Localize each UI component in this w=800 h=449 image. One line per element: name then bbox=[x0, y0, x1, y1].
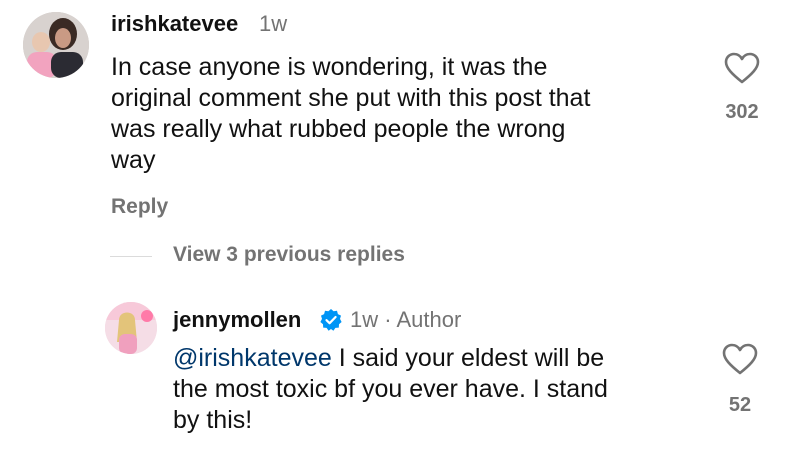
reply-text-line: @irishkatevee I said your eldest will be bbox=[173, 343, 703, 374]
avatar-photo bbox=[23, 12, 89, 78]
reply-text-span: I said your eldest will be bbox=[331, 344, 605, 372]
comment-text-line: way bbox=[111, 146, 156, 174]
reply-text-line: by this! bbox=[173, 406, 253, 434]
reply-meta: 1w · Author bbox=[350, 307, 462, 332]
comment-text-line: original comment she put with this post … bbox=[111, 84, 591, 112]
like-count: 52 bbox=[728, 394, 752, 416]
avatar-photo bbox=[105, 302, 157, 354]
view-previous-replies-button[interactable]: View 3 previous replies bbox=[173, 243, 405, 267]
comment-text-line: was really what rubbed people the wrong bbox=[111, 115, 566, 143]
comment-time: 1w bbox=[259, 11, 288, 36]
avatar[interactable] bbox=[23, 12, 89, 78]
reply-username[interactable]: jennymollen bbox=[173, 307, 301, 333]
comment-text-line: In case anyone is wondering, it was the bbox=[111, 53, 548, 81]
comment-username[interactable]: irishkatevee bbox=[111, 11, 238, 37]
mention-link[interactable]: @irishkatevee bbox=[173, 344, 332, 372]
heart-outline-icon bbox=[724, 52, 760, 84]
reply-text: @irishkatevee I said your eldest will be… bbox=[173, 343, 703, 436]
reply-button[interactable]: Reply bbox=[111, 195, 168, 219]
reply-text-line: the most toxic bf you ever have. I stand bbox=[173, 375, 608, 403]
comment-text: In case anyone is wondering, it was the … bbox=[111, 52, 711, 176]
avatar[interactable] bbox=[105, 302, 157, 354]
heart-outline-icon bbox=[722, 343, 758, 375]
replies-divider bbox=[110, 256, 152, 257]
like-count: 302 bbox=[725, 101, 759, 123]
like-button[interactable] bbox=[722, 343, 758, 380]
verified-badge-icon bbox=[319, 308, 343, 337]
like-button[interactable] bbox=[724, 52, 760, 89]
